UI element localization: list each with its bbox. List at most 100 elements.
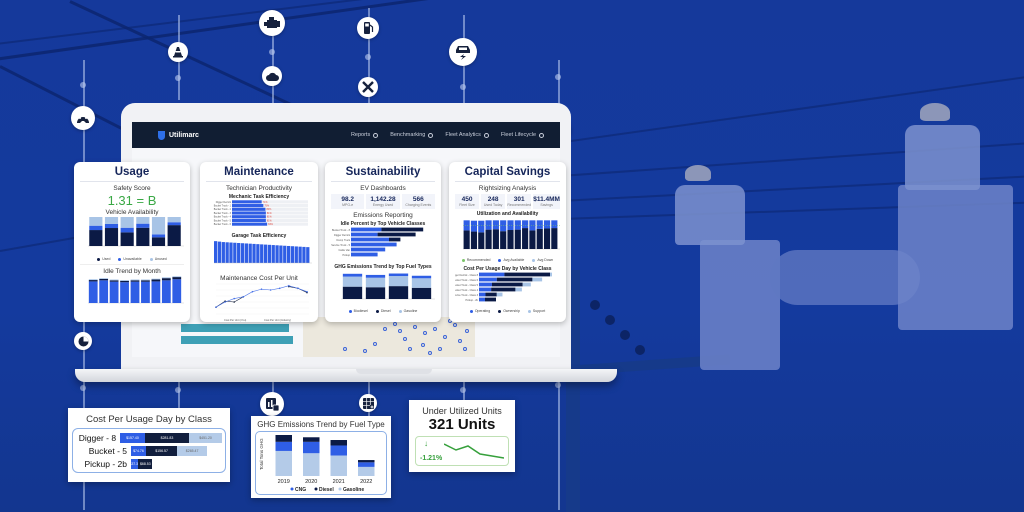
brand-logo[interactable]: Utilimarc [158,130,199,140]
row-label: Bucket - 5 [88,445,127,456]
under-utilized-card[interactable]: Under Utilized Units 321 Units ↓ -1.21% [409,400,515,472]
bar-segment: $37.31 [129,458,140,469]
map-pin[interactable] [423,331,427,335]
map-pin[interactable] [465,329,469,333]
bar-segment: $156.57 [145,445,178,456]
map-pin[interactable] [421,343,425,347]
legend-label: Gasoline [343,487,364,493]
connector-dot [80,385,86,391]
map-pin[interactable] [393,322,397,326]
capital-savings-card[interactable]: Capital Savings Rightsizing Analysis 450… [449,162,566,322]
bar-gasoline [358,466,375,476]
bar-support [496,292,503,297]
legend-label: Diesel [380,309,391,313]
bar [306,247,310,263]
map-pin[interactable] [428,351,432,355]
map-pin[interactable] [373,342,377,346]
map-pin[interactable] [413,325,417,329]
background-bar-chart [169,320,319,355]
map-pin[interactable] [408,347,412,351]
logo-icon [158,130,165,140]
bar-avg-available [485,220,492,230]
series-line [215,285,308,308]
sustainability-card[interactable]: Sustainability EV Dashboards 98.2 MPG-e 1… [325,162,441,322]
bar-avg-available [514,220,521,230]
bar-other [141,280,150,282]
bar-pto-% [381,227,424,232]
bar-used [104,228,119,246]
map-pin[interactable] [383,327,387,331]
legend-label: Recommended [466,258,491,262]
bar-other [161,278,171,281]
nav-item-reports[interactable]: Reports [351,132,379,138]
maintenance-card[interactable]: Maintenance Technician Productivity Mech… [200,162,318,322]
legend-biodiesel: Biodiesel [348,309,368,313]
bar-avg-down [522,228,529,249]
nav-item-fleet-lifecycle[interactable]: Fleet Lifecycle [501,132,544,138]
row-label: Pickup - 2b [84,458,127,469]
cost-per-usage-card[interactable]: Cost Per Usage Day by Class Digger - 8 $1… [68,408,230,482]
arrow-down-icon: ↓ [424,439,428,448]
bar-avg-available [470,220,478,232]
bar-avg-down [485,229,492,249]
legend-support: Support [527,309,545,313]
cost-per-usage-chart: Digger Derrick - Class 8 Bucket Truck - C… [451,272,552,302]
map-pin[interactable] [458,339,462,343]
insulator [620,330,630,340]
bar-operating [479,292,486,297]
bar-idle [99,280,109,303]
bar-segment: $265.47 [177,445,208,456]
rightsizing-kpis: 450 Fleet Size 248 Used Today 301 Recommend… [455,194,560,209]
bar-used [167,225,181,246]
bar [252,243,256,263]
card-title: Under Utilized Units [422,406,502,416]
map-pin[interactable] [443,335,447,339]
kpi-label: Used Today [483,203,503,207]
connector-dot [555,382,561,388]
legend-avg-available: Avg Available [498,258,524,262]
nav-item-benchmarking[interactable]: Benchmarking [390,132,434,138]
insulator [590,300,600,310]
pie-chart-icon [74,332,92,350]
map-pin[interactable] [403,337,407,341]
bar-ownership [484,297,496,302]
bar-gasoline [388,276,409,287]
kpi-value: $11.4MM [533,196,560,203]
connector-dot [555,74,561,80]
chart-toolbox-icon [260,392,284,416]
category-label: Cable Van [339,249,351,252]
map-pin[interactable] [438,347,442,351]
bar-idle [151,281,161,303]
ghg-emissions-card[interactable]: GHG Emissions Trend by Fuel Type Total T… [251,416,391,498]
usage-card[interactable]: Usage Safety Score 1.31 = B Vehicle Avai… [74,162,190,322]
bar-operating [479,287,492,292]
map-pin[interactable] [453,323,457,327]
connector-dot [365,54,371,60]
bar-avg-down [500,231,507,249]
kpi-charging-events: 566 Charging Events [401,194,435,209]
map-pin[interactable] [433,327,437,331]
bar-avg-available [543,220,551,229]
category-label: Bucket Truck - 1 [214,205,232,208]
nav-label: Benchmarking [390,132,426,138]
map-pin[interactable] [398,329,402,333]
bar-avg-available [463,220,470,231]
bar-segment: $68.53 [138,458,153,469]
nav-item-fleet-analytics[interactable]: Fleet Analytics [445,132,489,138]
bar-cng [303,441,320,454]
map-pin[interactable] [463,347,467,351]
bar-gasoline [330,455,347,476]
category-label: Bucket Truck - 2 [214,208,232,211]
card-title: Sustainability [331,166,435,182]
under-utilized-value: 321 Units [428,416,496,433]
bar-diesel [365,287,386,299]
map-pin[interactable] [343,347,347,351]
bar-ownership [496,277,533,282]
bar [283,245,287,263]
chevron-down-icon [539,132,544,138]
cost-per-usage-chart: Digger - 8 $157.40 $281.83 $451.20 Bucket - … [72,428,226,473]
connector-dot [460,84,466,90]
bucket-right [898,185,1013,330]
bar-unused [120,217,134,228]
map-pin[interactable] [363,349,367,353]
